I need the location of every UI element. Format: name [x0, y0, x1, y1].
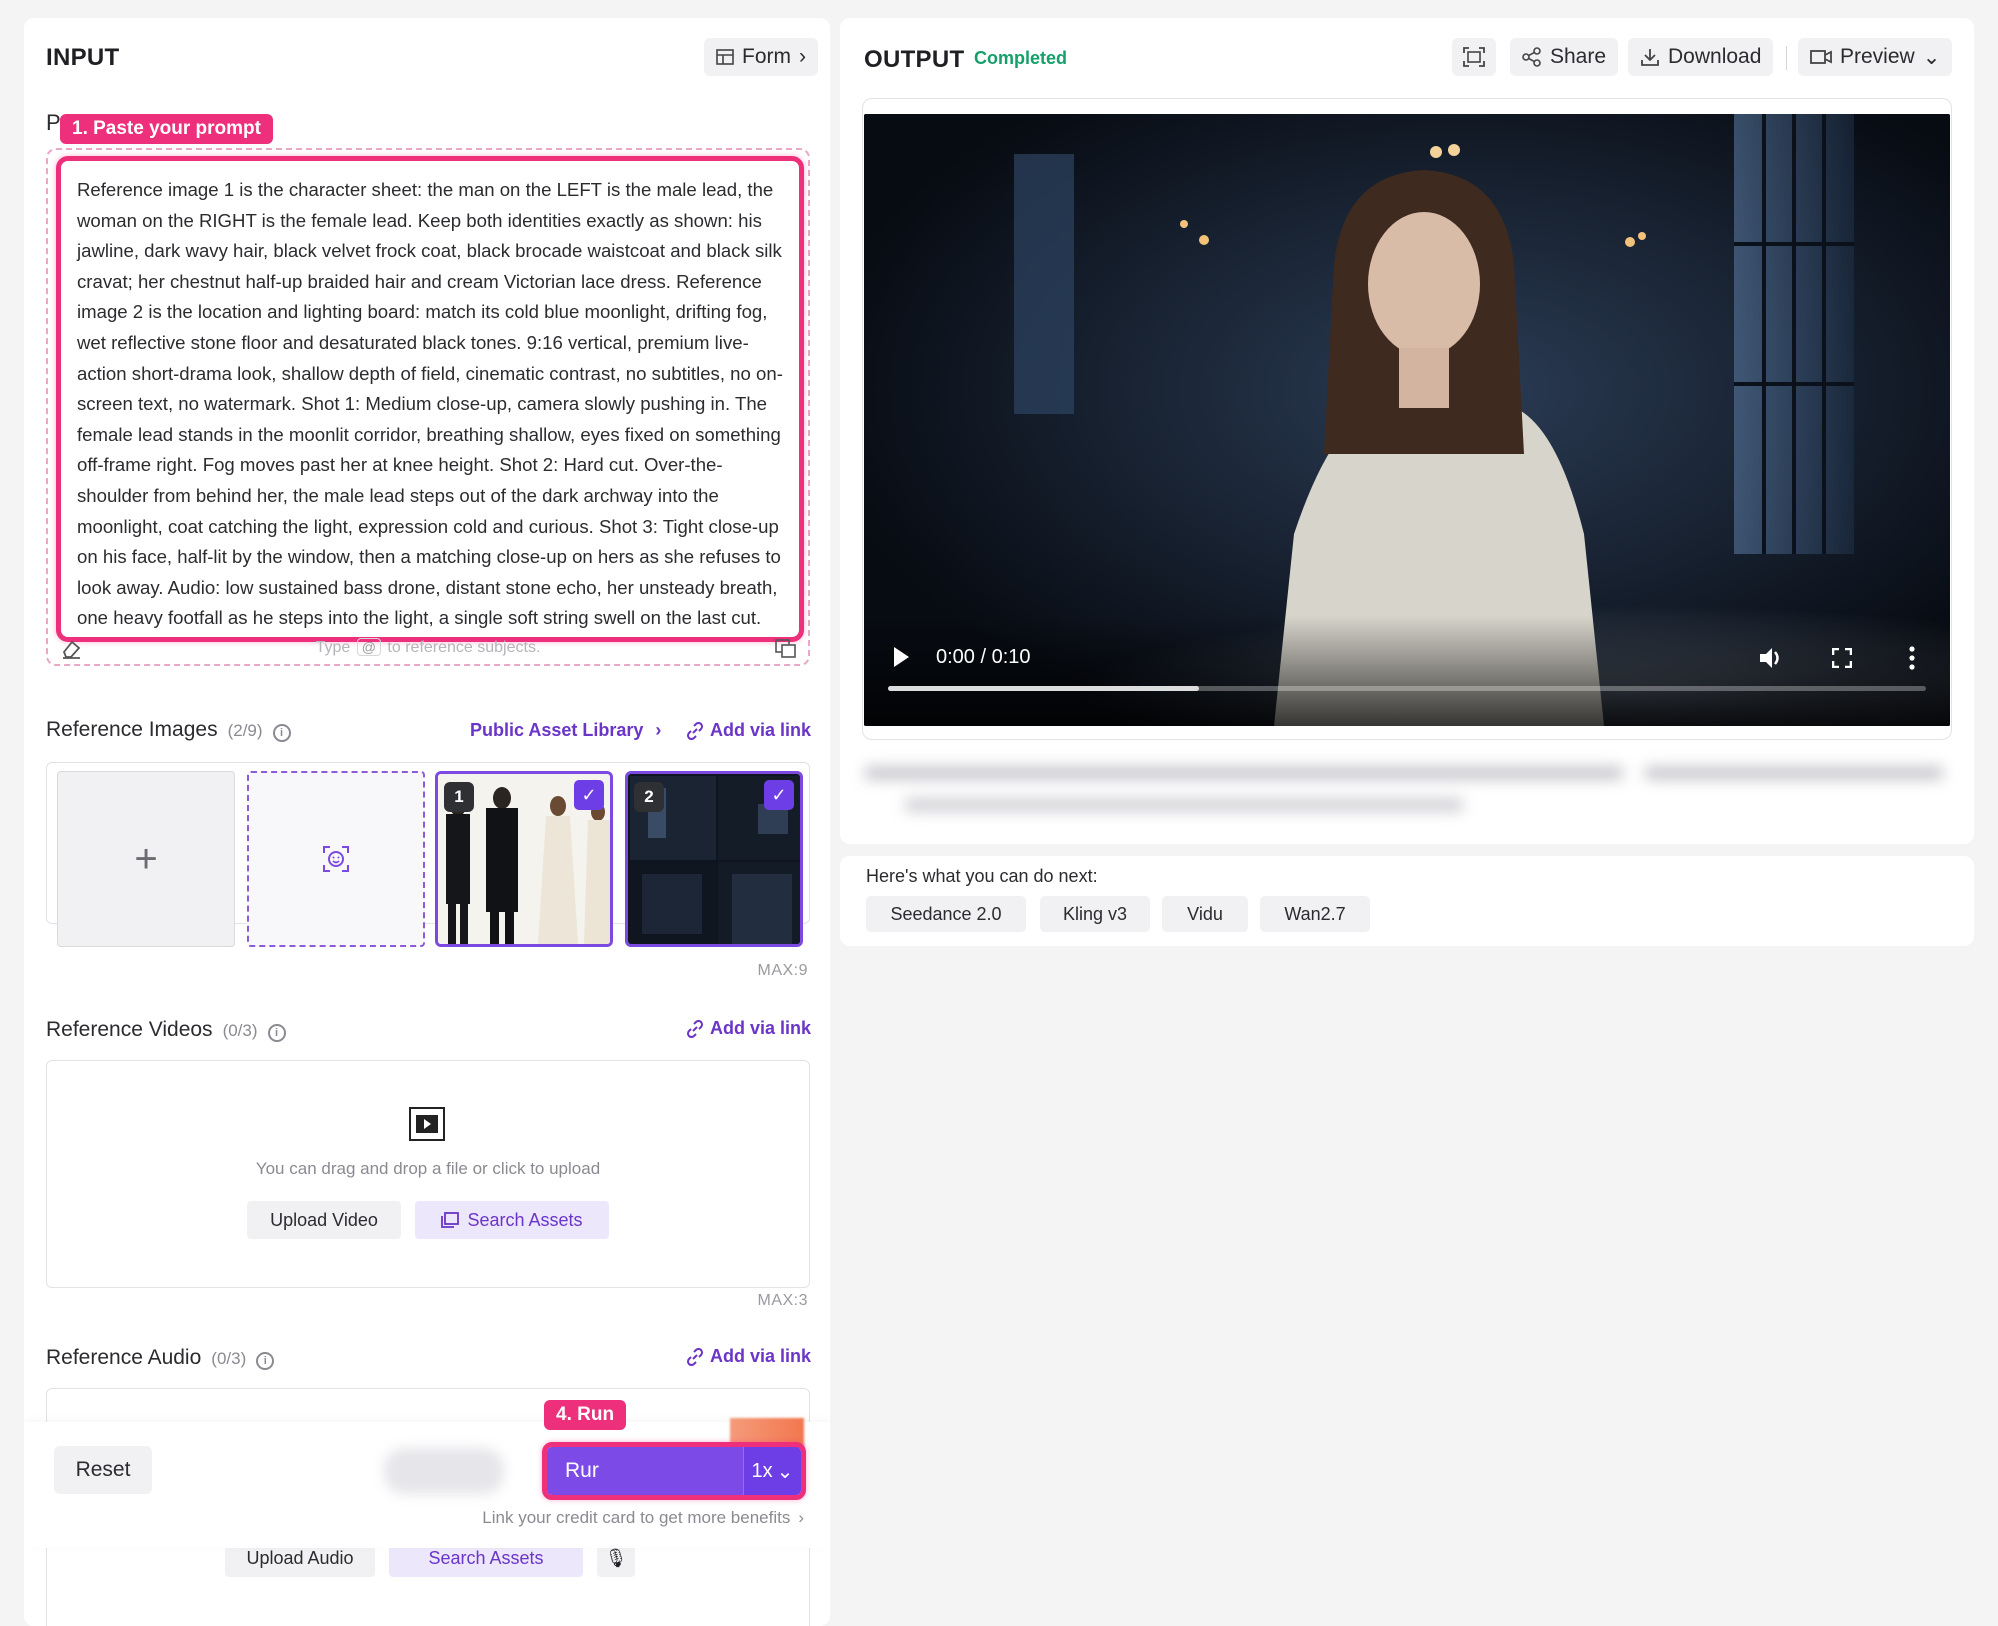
reference-image-thumb-2[interactable]: 2 ✓: [625, 771, 803, 947]
model-chip-vidu[interactable]: Vidu: [1162, 896, 1248, 932]
share-button[interactable]: Share: [1510, 38, 1619, 76]
more-options-icon[interactable]: [1908, 646, 1916, 670]
image-index-badge: 1: [444, 782, 474, 812]
reference-videos-header: Reference Videos (0/3) i: [46, 1018, 286, 1042]
video-progress-fill: [888, 686, 1200, 691]
prompt-textarea[interactable]: Reference image 1 is the character sheet…: [56, 156, 804, 642]
frame-icon: [1463, 47, 1485, 67]
link-icon: [686, 1347, 704, 1366]
table-icon: [716, 49, 734, 65]
blurred-caption: [864, 766, 1944, 812]
info-icon[interactable]: i: [256, 1352, 275, 1370]
add-image-via-link[interactable]: Add via link: [686, 720, 811, 741]
input-panel: INPUT Form › P 1. Paste your prompt Refe…: [24, 18, 830, 1626]
download-button[interactable]: Download: [1628, 38, 1774, 76]
video-progress-bar[interactable]: [888, 686, 1926, 691]
video-controls: 0:00 / 0:10: [864, 616, 1950, 726]
info-icon[interactable]: i: [267, 1024, 286, 1042]
at-key: @: [356, 638, 381, 656]
next-actions-panel: Here's what you can do next: Seedance 2.…: [840, 856, 1974, 946]
model-chip-seedance[interactable]: Seedance 2.0: [866, 896, 1026, 932]
videos-max-label: MAX:3: [757, 1292, 808, 1309]
upload-hint: You can drag and drop a file or click to…: [255, 1159, 601, 1178]
search-assets-button[interactable]: Search Assets: [415, 1201, 609, 1239]
reset-button[interactable]: Reset: [54, 1446, 152, 1494]
reference-audio-count: (0/3): [211, 1349, 247, 1368]
chevron-right-icon: ›: [799, 45, 806, 68]
credits-indicator: [384, 1448, 504, 1494]
action-bar: Reset 4. Run Rur 1x ⌄ Link your credit c…: [24, 1400, 830, 1548]
video-time: 0:00 / 0:10: [936, 646, 1031, 668]
reference-images-title: Reference Images: [46, 718, 218, 741]
add-video-via-link[interactable]: Add via link: [686, 1018, 811, 1039]
prompt-step-tag: 1. Paste your prompt: [60, 114, 273, 144]
share-icon: [1522, 47, 1541, 67]
fullscreen-frame-button[interactable]: [1452, 38, 1496, 76]
volume-icon[interactable]: [1758, 646, 1784, 670]
chevron-down-icon: ⌄: [1922, 45, 1941, 69]
preview-dropdown[interactable]: Preview ⌄: [1798, 38, 1953, 76]
reference-images-header: Reference Images (2/9) i: [46, 718, 291, 742]
link-icon: [686, 721, 704, 740]
output-panel: OUTPUT Completed Share Download Preview …: [840, 18, 1974, 844]
run-button-group: Rur 1x ⌄: [542, 1442, 806, 1500]
face-scan-icon: [323, 846, 349, 872]
add-image-button[interactable]: +: [57, 771, 235, 947]
input-title: INPUT: [46, 44, 120, 71]
output-title: OUTPUT: [864, 46, 965, 73]
gallery-icon: [441, 1212, 460, 1228]
video-player[interactable]: 0:00 / 0:10: [864, 114, 1950, 726]
form-label: Form: [742, 45, 791, 68]
reference-images-grid: + 1 ✓ 2 ✓: [46, 762, 810, 947]
chevron-down-icon: ⌄: [776, 1460, 794, 1483]
chevron-right-icon: ›: [655, 720, 662, 740]
chevron-right-icon: ›: [798, 1508, 804, 1527]
fullscreen-icon[interactable]: [1832, 648, 1852, 668]
status-badge: Completed: [974, 48, 1068, 68]
selected-check-icon[interactable]: ✓: [764, 780, 794, 810]
reference-audio-header: Reference Audio (0/3) i: [46, 1346, 275, 1370]
images-max-label: MAX:9: [757, 962, 808, 979]
info-icon[interactable]: i: [272, 724, 291, 742]
reference-audio-title: Reference Audio: [46, 1346, 202, 1369]
upload-video-button[interactable]: Upload Video: [247, 1201, 401, 1239]
model-chip-kling[interactable]: Kling v3: [1040, 896, 1150, 932]
prompt-footer: Type @ to reference subjects.: [48, 632, 808, 664]
run-button[interactable]: Rur: [547, 1447, 743, 1495]
download-icon: [1641, 49, 1659, 66]
reference-videos-count: (0/3): [222, 1021, 258, 1040]
prompt-area: Reference image 1 is the character sheet…: [46, 148, 810, 666]
credit-card-link[interactable]: Link your credit card to get more benefi…: [482, 1508, 804, 1528]
public-asset-library-link[interactable]: Public Asset Library ›: [470, 720, 661, 741]
face-reference-slot[interactable]: [247, 771, 425, 947]
play-icon[interactable]: [892, 646, 910, 668]
next-actions-title: Here's what you can do next:: [866, 866, 1098, 886]
video-upload-dropzone[interactable]: You can drag and drop a file or click to…: [46, 1060, 810, 1288]
run-step-tag: 4. Run: [544, 1400, 627, 1430]
toolbar-divider: [1786, 46, 1787, 70]
model-chip-wan[interactable]: Wan2.7: [1260, 896, 1370, 932]
selected-check-icon[interactable]: ✓: [574, 780, 604, 810]
copy-icon[interactable]: [774, 638, 798, 660]
video-file-icon: [409, 1107, 445, 1141]
add-audio-via-link[interactable]: Add via link: [686, 1346, 811, 1367]
reference-videos-title: Reference Videos: [46, 1018, 213, 1041]
reference-images-count: (2/9): [227, 721, 263, 740]
prompt-label: P: [46, 110, 61, 135]
reference-hint: Type @ to reference subjects.: [315, 638, 541, 656]
link-icon: [686, 1019, 704, 1038]
plus-icon: +: [134, 836, 158, 881]
reference-image-thumb-1[interactable]: 1 ✓: [435, 771, 613, 947]
multiplier-select[interactable]: 1x ⌄: [743, 1447, 801, 1495]
image-index-badge: 2: [634, 782, 664, 812]
form-toggle-button[interactable]: Form ›: [704, 38, 818, 76]
video-camera-icon: [1810, 50, 1832, 64]
